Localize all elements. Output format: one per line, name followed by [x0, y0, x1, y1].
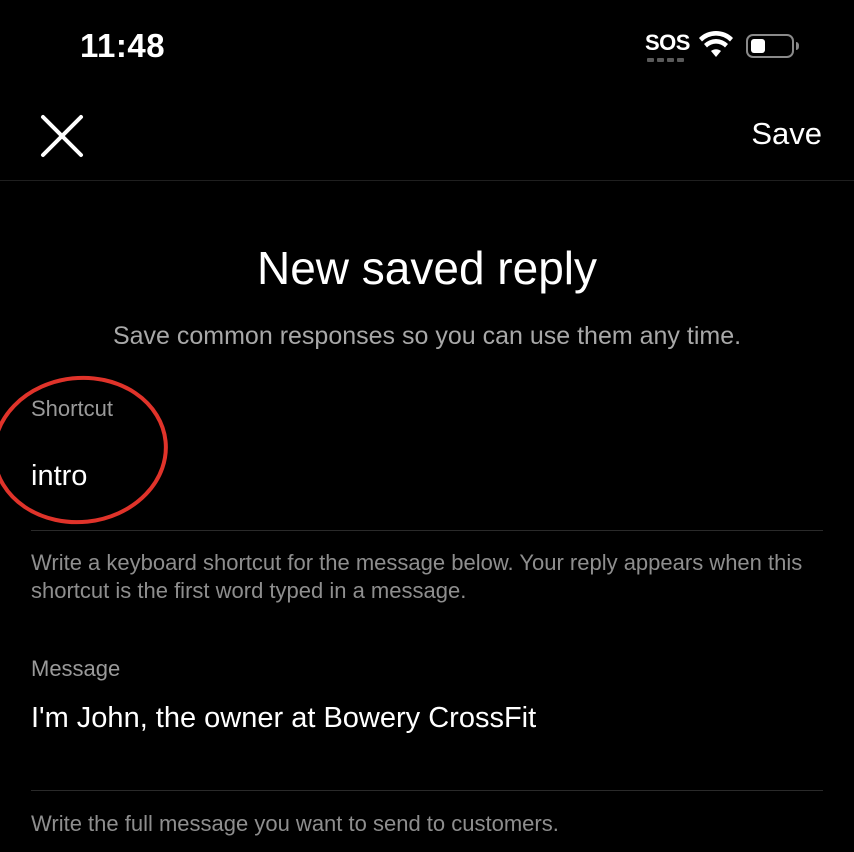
message-help-text: Write the full message you want to send … — [31, 811, 559, 836]
page-subtitle: Save common responses so you can use the… — [112, 322, 742, 350]
sos-indicator: SOS — [645, 30, 690, 55]
battery-icon — [746, 34, 799, 58]
message-divider — [31, 790, 823, 791]
save-button[interactable]: Save — [751, 114, 822, 154]
message-label: Message — [31, 656, 121, 681]
shortcut-divider — [31, 530, 823, 531]
annotation-circle — [0, 375, 168, 525]
wifi-icon — [699, 30, 733, 57]
shortcut-input[interactable]: intro — [31, 458, 811, 494]
shortcut-label: Shortcut — [31, 396, 113, 421]
shortcut-help-text: Write a keyboard shortcut for the messag… — [31, 550, 803, 603]
message-input[interactable]: I'm John, the owner at Bowery CrossFit — [31, 700, 811, 736]
page-title: New saved reply — [256, 242, 598, 294]
status-bar: 11:48 SOS — [0, 0, 854, 90]
close-icon[interactable] — [38, 112, 86, 160]
nav-bar: Save — [0, 90, 854, 181]
status-time: 11:48 — [80, 27, 166, 64]
signal-bars-icon — [647, 58, 684, 62]
